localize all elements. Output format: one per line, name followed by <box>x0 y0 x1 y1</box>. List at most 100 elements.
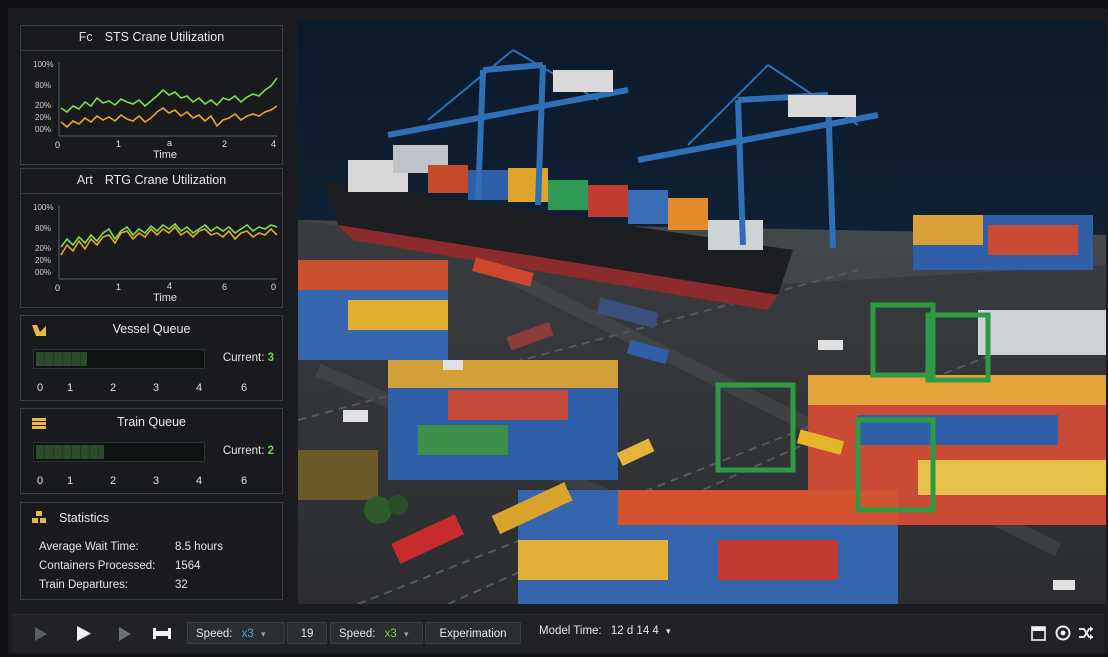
rtg-green-series <box>60 222 278 248</box>
speed-selector-2[interactable]: Speed: x3 ▾ <box>330 622 423 644</box>
vessel-queue-axis: 0 1 2 3 4 6 <box>33 382 270 396</box>
y-tick: 100% <box>33 60 53 69</box>
stat-label: Average Wait Time: <box>39 541 139 553</box>
x-tick: 1 <box>116 282 121 292</box>
axis-tick: 0 <box>37 382 44 394</box>
axis-tick: 0 <box>37 475 44 487</box>
step-field[interactable]: 19 <box>287 622 327 644</box>
x-tick: 1 <box>116 139 121 149</box>
x-tick: 4 <box>271 139 276 149</box>
panel-title: Train Queue <box>116 415 187 429</box>
train-queue-bar <box>33 442 205 462</box>
step-value: 19 <box>300 628 314 640</box>
sts-utilization-chart: 100% 80% 20% 20% 00% 0 1 a 2 4 Time <box>33 60 278 161</box>
chevron-down-icon: ▾ <box>404 629 409 639</box>
train-queue-fill <box>36 445 104 459</box>
speed-label: Speed: <box>339 628 376 640</box>
current-label: Current: <box>222 352 265 364</box>
speed-value: x3 <box>241 628 254 640</box>
chevron-down-icon: ▾ <box>666 626 671 636</box>
play-icon[interactable] <box>76 625 92 642</box>
y-tick: 20% <box>35 244 51 253</box>
train-queue-current: Current: 2 <box>223 445 274 457</box>
stat-label: Containers Processed: <box>39 560 156 572</box>
tree <box>388 495 408 515</box>
x-tick: 0 <box>55 140 60 150</box>
sts-green-series <box>60 77 278 114</box>
rtg-yellow-series <box>60 225 278 256</box>
tree <box>364 496 392 524</box>
axis-tick: 4 <box>196 475 203 487</box>
axis-tick: 6 <box>241 475 248 487</box>
stat-label: Train Departures: <box>39 579 129 591</box>
speed-value: x3 <box>384 628 397 640</box>
y-tick: 00% <box>35 268 51 277</box>
settings-icon[interactable] <box>1055 625 1071 641</box>
train-queue-panel: Train Queue Current: 2 0 1 2 3 4 6 <box>20 408 283 494</box>
statistics-panel: Statistics Average Wait Time: 8.5 hours … <box>20 502 283 600</box>
container-stack <box>978 310 1106 355</box>
sts-yellow-series <box>60 105 278 129</box>
fast-forward-icon[interactable] <box>152 626 172 641</box>
y-tick: 20% <box>35 113 51 122</box>
experimation-label: Experimation <box>439 628 507 640</box>
model-time[interactable]: Model Time: 12 d 14 4 ▾ <box>539 625 671 637</box>
panel-title: Vessel Queue <box>112 322 191 336</box>
stat-value: 1564 <box>175 560 201 572</box>
x-tick: 2 <box>222 139 227 149</box>
model-time-value: 12 d 14 4 <box>610 625 659 637</box>
current-value: 3 <box>267 352 274 364</box>
stat-value: 32 <box>175 579 188 591</box>
container-stack <box>913 215 1093 270</box>
x-tick: 4 <box>167 281 172 291</box>
axis-tick: 4 <box>196 382 203 394</box>
panel-title: Statistics <box>59 511 110 525</box>
x-tick: 6 <box>222 282 227 292</box>
vessel-queue-panel: Vessel Queue Current: 3 0 1 2 3 4 6 <box>20 315 283 401</box>
axis-tick: 2 <box>110 475 117 487</box>
y-tick: 20% <box>35 101 51 110</box>
current-label: Current: <box>222 445 265 457</box>
playback-toolbar: Speed: x3 ▾ 19 Speed: x3 ▾ Experimation … <box>12 614 1104 652</box>
axis-tick: 1 <box>67 382 74 394</box>
container-stack <box>388 360 618 480</box>
stat-value: 8.5 hours <box>175 541 223 553</box>
y-tick: 80% <box>35 81 51 90</box>
container-stack <box>518 490 898 604</box>
x-tick: 0 <box>55 283 60 293</box>
speed-label: Speed: <box>196 628 233 640</box>
step-icon[interactable] <box>118 626 132 642</box>
simulation-viewport[interactable] <box>298 20 1106 604</box>
x-axis-label: Time <box>153 149 177 161</box>
port-terminal-scene <box>298 20 1106 604</box>
y-tick: 100% <box>33 203 53 212</box>
shuffle-icon[interactable] <box>1078 625 1094 641</box>
chevron-down-icon: ▾ <box>261 629 266 639</box>
play-dim-icon[interactable] <box>34 626 48 642</box>
stat-row: Average Wait Time: 8.5 hours <box>39 541 223 553</box>
y-tick: 80% <box>35 224 51 233</box>
x-tick: a <box>167 138 172 148</box>
warehouse <box>298 450 378 500</box>
x-axis-label: Time <box>153 292 177 304</box>
rtg-utilization-chart: 100% 80% 20% 20% 00% 0 1 4 6 0 Time <box>33 203 278 304</box>
sts-utilization-panel: Fc STS Crane Utilization 100% 80% 20% 20%… <box>20 25 283 165</box>
stat-row: Train Departures: 32 <box>39 579 188 591</box>
current-value: 2 <box>267 445 274 457</box>
speed-selector-1[interactable]: Speed: x3 ▾ <box>187 622 285 644</box>
rtg-utilization-panel: Art RTG Crane Utilization 100% 80% 20% 20… <box>20 168 283 308</box>
axis-tick: 2 <box>110 382 117 394</box>
stat-row: Containers Processed: 1564 <box>39 560 201 572</box>
y-tick: 00% <box>35 125 51 134</box>
axis-tick: 3 <box>153 382 160 394</box>
experimation-button[interactable]: Experimation <box>425 622 521 644</box>
axis-tick: 3 <box>153 475 160 487</box>
window-icon[interactable] <box>1031 626 1046 641</box>
model-time-label: Model Time: <box>539 625 602 637</box>
axis-tick: 1 <box>67 475 74 487</box>
vessel-queue-bar <box>33 349 205 369</box>
vessel-queue-fill <box>36 352 87 366</box>
y-tick: 20% <box>35 256 51 265</box>
train-queue-axis: 0 1 2 3 4 6 <box>33 475 270 489</box>
axis-tick: 6 <box>241 382 248 394</box>
